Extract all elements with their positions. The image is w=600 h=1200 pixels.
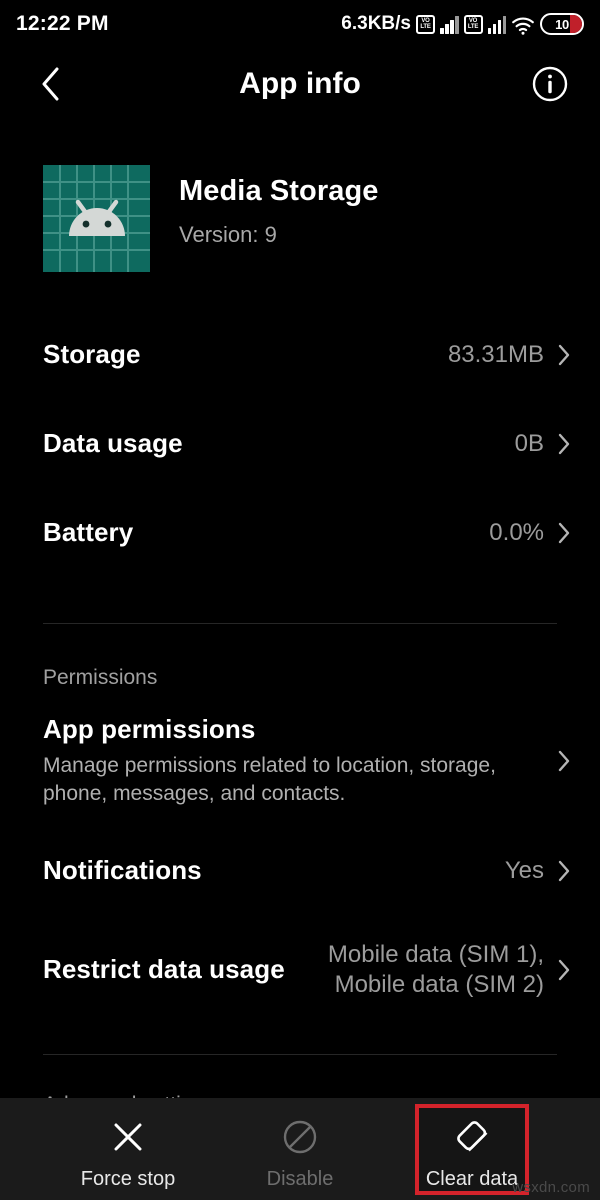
row-battery[interactable]: Battery 0.0%: [0, 488, 600, 577]
battery-icon: 10: [540, 13, 584, 35]
chevron-right-icon: [558, 959, 570, 980]
row-notifications-main: Notifications: [43, 855, 505, 886]
app-icon: [43, 165, 150, 272]
clear-data-button[interactable]: Clear data: [415, 1103, 529, 1195]
network-speed-text: 6.3KB/s: [341, 13, 411, 34]
row-notifications-value: Yes: [504, 856, 544, 884]
battery-level-text: 10: [555, 16, 569, 32]
chevron-left-icon: [42, 67, 59, 101]
app-bar: App info: [0, 48, 600, 120]
chevron-right-icon: [558, 522, 570, 543]
android-robot-icon: [68, 199, 125, 236]
app-version: Version: 9: [179, 222, 277, 247]
row-storage[interactable]: Storage 83.31MB: [0, 310, 600, 399]
disable-label: Disable: [266, 1167, 334, 1190]
volte-label-bottom: LTE: [420, 24, 431, 30]
row-restrict-data-usage-main: Restrict data usage: [43, 954, 328, 985]
row-notifications[interactable]: Notifications Yes: [0, 826, 600, 915]
disable-button[interactable]: Disable: [247, 1108, 353, 1191]
row-app-permissions-title: App permissions: [43, 714, 256, 744]
row-data-usage-value: 0B: [514, 429, 544, 457]
battery-low-fill: [570, 15, 582, 33]
status-bar-clock: 12:22 PM: [16, 12, 109, 35]
force-stop-button[interactable]: Force stop: [75, 1108, 181, 1191]
back-button[interactable]: [18, 52, 82, 116]
row-app-permissions-main: App permissions Manage permissions relat…: [43, 714, 558, 808]
chevron-right-icon: [558, 860, 570, 881]
app-header: Media Storage Version: 9: [43, 165, 379, 272]
row-data-usage-main: Data usage: [43, 428, 515, 459]
signal-bars-sim1: [440, 15, 459, 34]
row-data-usage[interactable]: Data usage 0B: [0, 399, 600, 488]
wifi-icon: [511, 15, 535, 35]
watermark: wsxdn.com: [512, 1179, 590, 1196]
row-data-usage-title: Data usage: [43, 428, 183, 458]
row-battery-main: Battery: [43, 517, 489, 548]
volte-label-bottom-2: LTE: [467, 24, 479, 30]
chevron-right-icon: [558, 344, 570, 365]
row-storage-value: 83.31MB: [447, 340, 544, 368]
chevron-right-icon: [558, 433, 570, 454]
close-x-icon: [108, 1116, 148, 1158]
signal-bars-sim2: [487, 15, 506, 34]
info-circle-icon: [532, 66, 568, 102]
volte-icon-sim2: VO LTE: [463, 14, 483, 34]
status-bar: 12:22 PM 6.3KB/s VO LTE VO LTE 10: [0, 0, 600, 48]
permissions-section-label: Permissions: [43, 666, 158, 689]
row-battery-value: 0.0%: [489, 518, 544, 546]
info-button[interactable]: [530, 64, 570, 104]
page-title: App info: [239, 67, 361, 100]
row-app-permissions-subtitle: Manage permissions related to location, …: [43, 754, 496, 806]
status-bar-indicators: 6.3KB/s VO LTE VO LTE 10: [341, 13, 584, 35]
settings-list: Storage 83.31MB Data usage 0B Battery 0.…: [0, 310, 600, 1117]
action-bar: Force stop Disable Clear data wsxdn.com: [0, 1098, 600, 1200]
row-restrict-data-usage-title: Restrict data usage: [43, 954, 285, 985]
row-restrict-data-usage-value: Mobile data (SIM 1), Mobile data (SIM 2): [327, 940, 544, 998]
app-meta: Media Storage Version: 9: [179, 165, 379, 248]
chevron-right-icon: [558, 750, 570, 772]
row-battery-title: Battery: [43, 517, 134, 547]
row-storage-main: Storage: [43, 339, 448, 370]
clear-data-label: Clear data: [425, 1167, 519, 1190]
eraser-icon: [451, 1116, 493, 1158]
block-circle-icon: [280, 1116, 320, 1158]
force-stop-label: Force stop: [80, 1167, 176, 1190]
app-info-screen: 12:22 PM 6.3KB/s VO LTE VO LTE 10 App in…: [0, 0, 600, 1200]
row-notifications-title: Notifications: [43, 855, 202, 886]
volte-icon-sim1: VO LTE: [416, 14, 435, 34]
row-app-permissions[interactable]: App permissions Manage permissions relat…: [0, 714, 600, 808]
app-name: Media Storage: [179, 175, 379, 207]
row-restrict-data-usage[interactable]: Restrict data usage Mobile data (SIM 1),…: [0, 925, 600, 1014]
row-storage-title: Storage: [43, 339, 141, 369]
